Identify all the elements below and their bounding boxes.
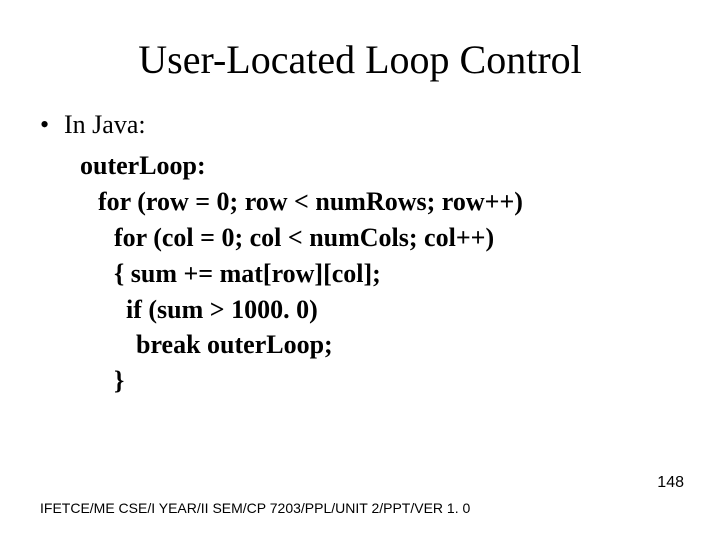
code-line: for (row = 0; row < numRows; row++)	[80, 184, 680, 220]
code-line: break outerLoop;	[80, 327, 680, 363]
code-line: if (sum > 1000. 0)	[80, 292, 680, 328]
code-line: for (col = 0; col < numCols; col++)	[80, 220, 680, 256]
code-block: outerLoop: for (row = 0; row < numRows; …	[80, 148, 680, 399]
slide: User-Located Loop Control In Java: outer…	[0, 0, 720, 540]
code-line: outerLoop:	[80, 148, 680, 184]
page-number: 148	[657, 474, 684, 492]
code-line: { sum += mat[row][col];	[80, 256, 680, 292]
slide-body: In Java: outerLoop: for (row = 0; row < …	[0, 83, 720, 399]
code-line: }	[80, 363, 680, 399]
slide-title: User-Located Loop Control	[0, 0, 720, 83]
footer-text: IFETCE/ME CSE/I YEAR/II SEM/CP 7203/PPL/…	[40, 500, 470, 516]
bullet-item: In Java:	[40, 107, 680, 142]
